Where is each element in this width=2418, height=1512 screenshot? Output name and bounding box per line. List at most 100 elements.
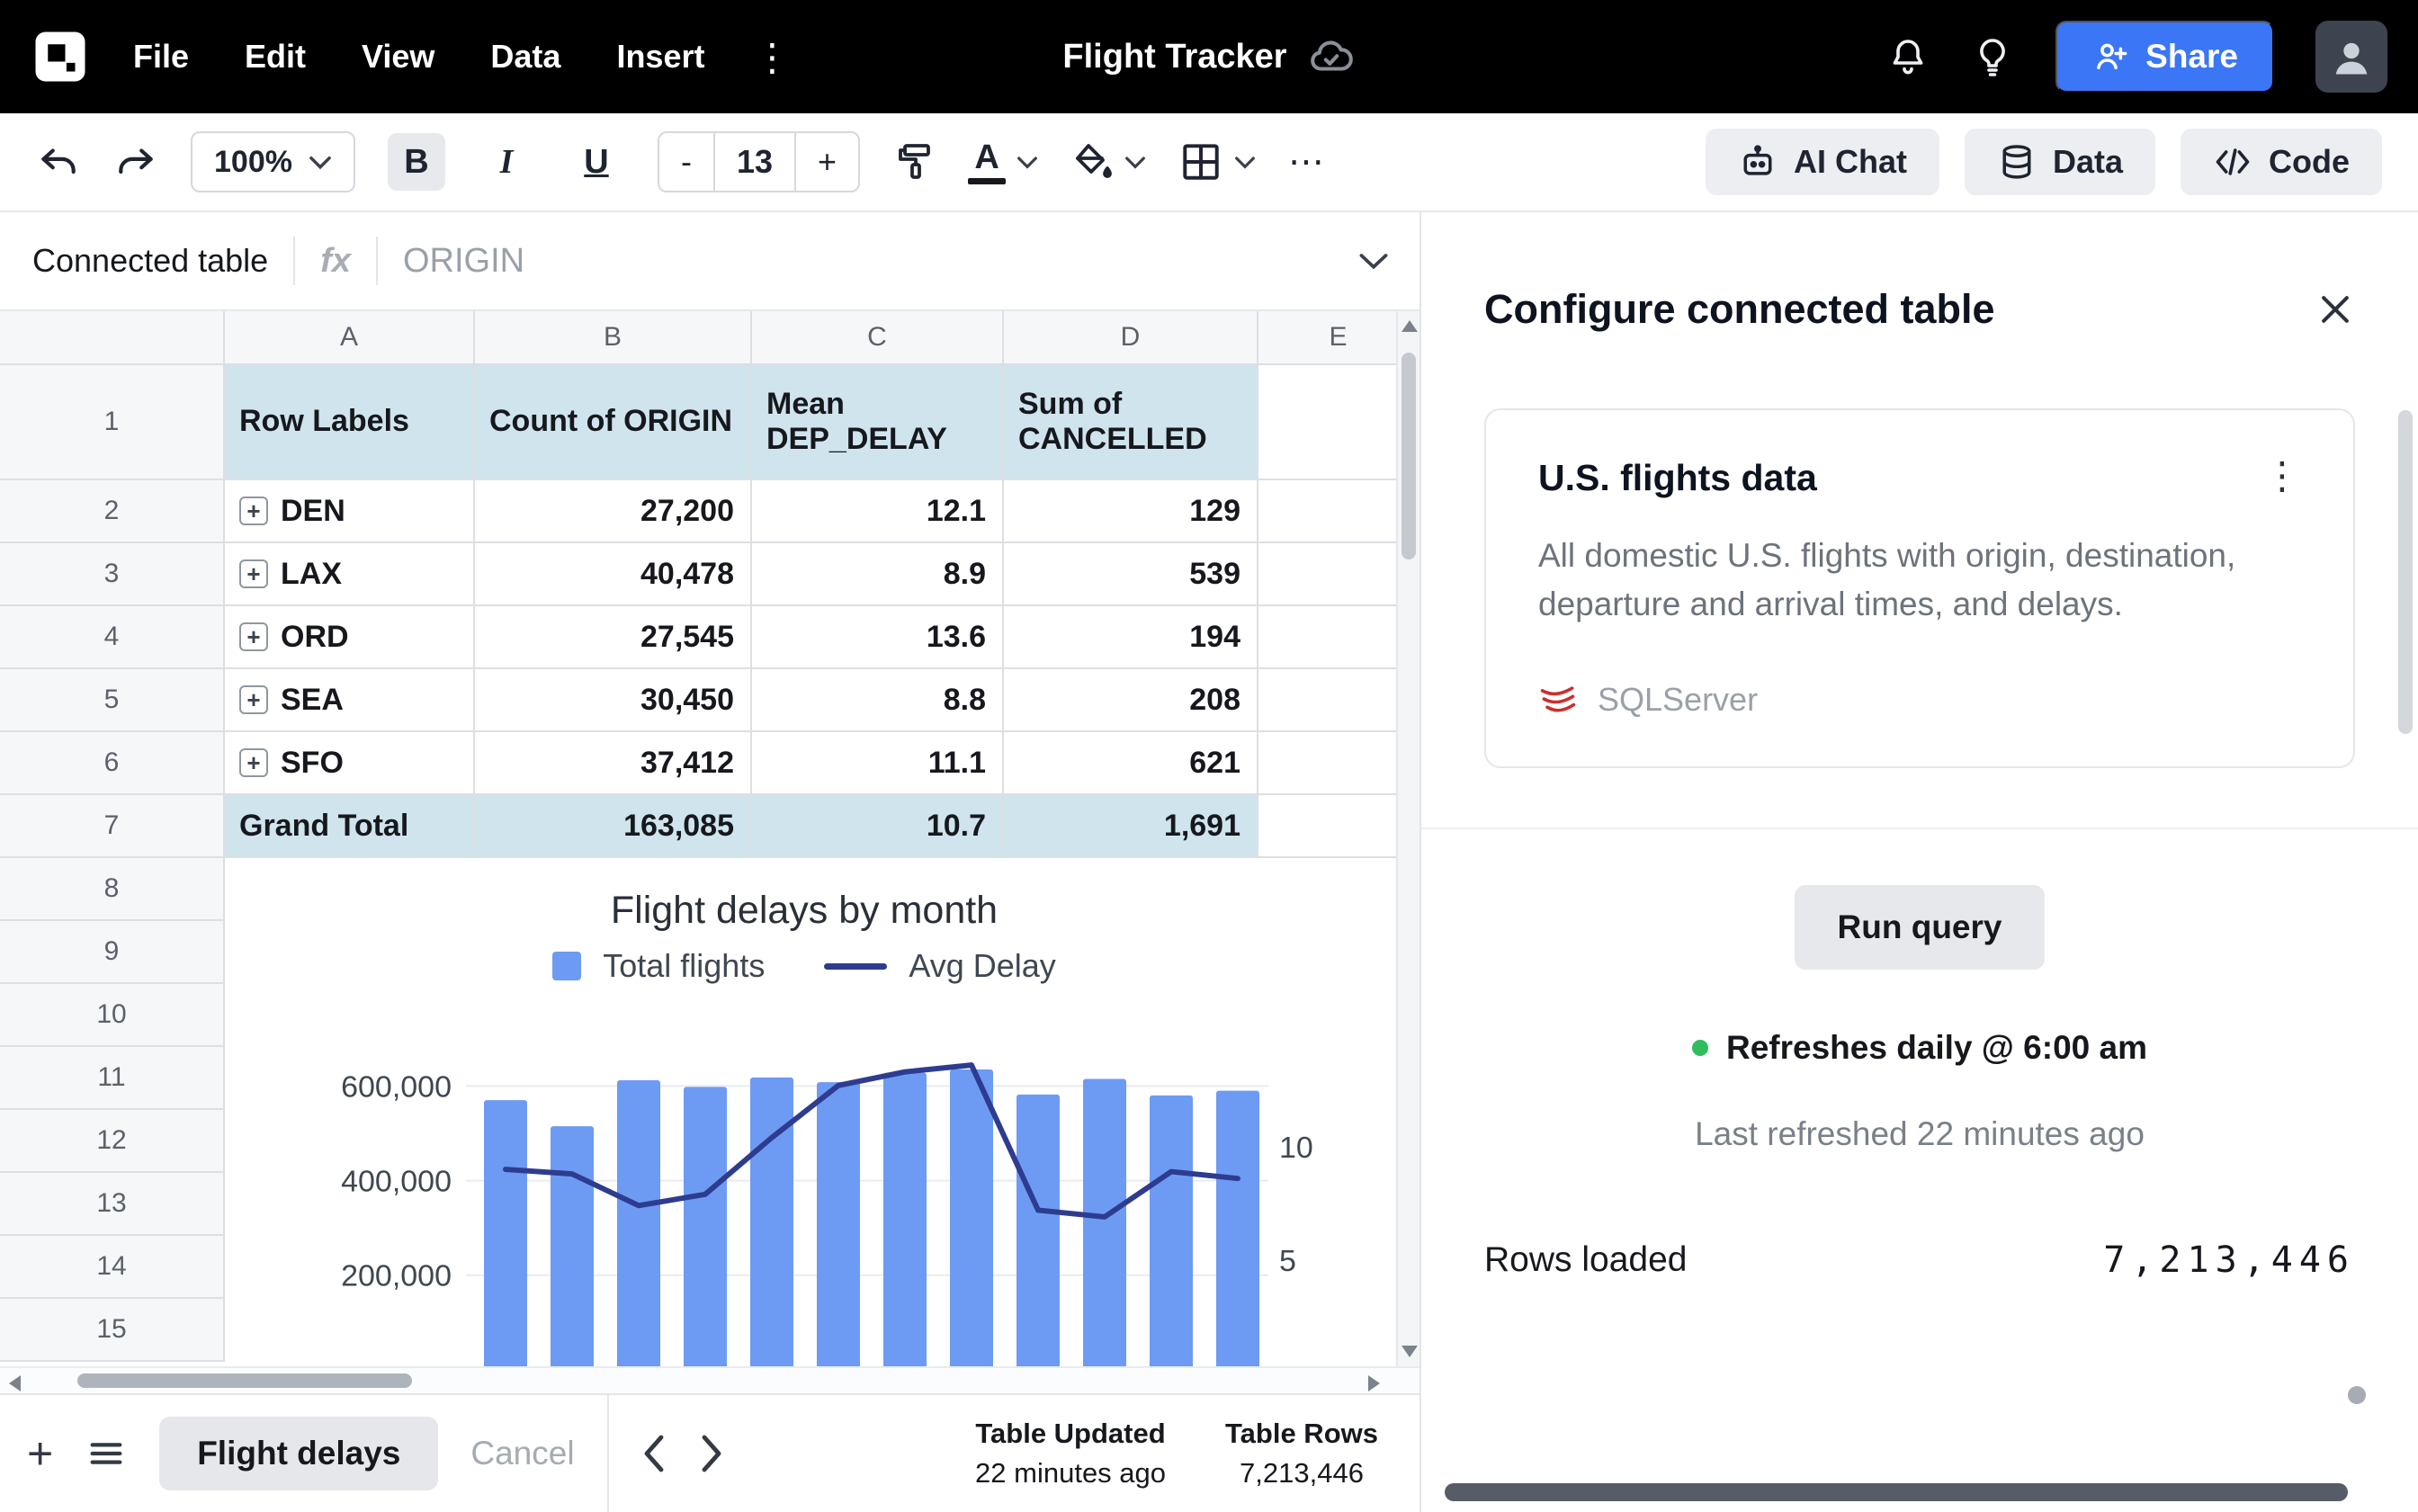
- expand-toggle-icon[interactable]: +: [239, 685, 268, 714]
- row-header-8[interactable]: 8: [0, 858, 225, 921]
- expand-toggle-icon[interactable]: +: [239, 622, 268, 651]
- font-size-increase-button[interactable]: +: [796, 133, 858, 191]
- fill-color-control[interactable]: [1070, 140, 1146, 183]
- row-header-10[interactable]: 10: [0, 984, 225, 1047]
- name-box[interactable]: Connected table: [32, 242, 268, 280]
- underline-button[interactable]: U: [568, 133, 625, 191]
- scroll-down-arrow-icon[interactable]: [1402, 1346, 1418, 1357]
- cancel-button[interactable]: Cancel: [470, 1435, 574, 1472]
- close-icon[interactable]: [2315, 290, 2355, 329]
- cell-A6[interactable]: + SFO: [225, 732, 475, 795]
- formula-input[interactable]: ORIGIN: [403, 242, 524, 281]
- font-size-value[interactable]: 13: [712, 133, 797, 191]
- flight-chart[interactable]: 600,000 400,000 200,000 10 5: [225, 1011, 1378, 1366]
- cell-C4[interactable]: 13.6: [752, 606, 1004, 669]
- panel-horizontal-scroll-thumb[interactable]: [1445, 1483, 2348, 1501]
- col-header-B[interactable]: B: [475, 311, 752, 365]
- col-header-C[interactable]: C: [752, 311, 1004, 365]
- menu-file[interactable]: File: [133, 38, 189, 76]
- connection-menu-icon[interactable]: ⋮: [2263, 457, 2301, 495]
- cell-C3[interactable]: 8.9: [752, 543, 1004, 606]
- cell-B1[interactable]: Count of ORIGIN: [475, 365, 752, 480]
- cell-B4[interactable]: 27,545: [475, 606, 752, 669]
- cell-D7[interactable]: 1,691: [1004, 795, 1258, 858]
- cell-A7[interactable]: Grand Total: [225, 795, 475, 858]
- scroll-up-arrow-icon[interactable]: [1402, 320, 1418, 332]
- sheet-tab-flight-delays[interactable]: Flight delays: [159, 1417, 439, 1490]
- cell-D3[interactable]: 539: [1004, 543, 1258, 606]
- document-title[interactable]: Flight Tracker: [1062, 32, 1355, 81]
- row-header-11[interactable]: 11: [0, 1047, 225, 1110]
- code-button[interactable]: Code: [2181, 129, 2382, 195]
- expand-toggle-icon[interactable]: +: [239, 559, 268, 588]
- cell-C5[interactable]: 8.8: [752, 669, 1004, 732]
- toolbar-more-icon[interactable]: ⋯: [1288, 141, 1328, 183]
- cell-B7[interactable]: 163,085: [475, 795, 752, 858]
- cell-C2[interactable]: 12.1: [752, 480, 1004, 543]
- cell-A1[interactable]: Row Labels: [225, 365, 475, 480]
- row-header-2[interactable]: 2: [0, 480, 225, 543]
- next-sheet-icon[interactable]: [699, 1434, 724, 1473]
- row-header-3[interactable]: 3: [0, 543, 225, 606]
- cell-D6[interactable]: 621: [1004, 732, 1258, 795]
- cell-D2[interactable]: 129: [1004, 480, 1258, 543]
- scroll-left-arrow-icon[interactable]: [9, 1375, 21, 1391]
- italic-button[interactable]: I: [478, 133, 535, 191]
- row-header-1[interactable]: 1: [0, 365, 225, 480]
- expand-toggle-icon[interactable]: +: [239, 497, 268, 525]
- horizontal-scroll-thumb[interactable]: [77, 1373, 412, 1388]
- col-header-D[interactable]: D: [1004, 311, 1258, 365]
- select-all-corner[interactable]: [0, 311, 225, 365]
- cell-A2[interactable]: + DEN: [225, 480, 475, 543]
- menu-insert[interactable]: Insert: [616, 38, 704, 76]
- menu-view[interactable]: View: [362, 38, 434, 76]
- row-header-14[interactable]: 14: [0, 1236, 225, 1299]
- scroll-right-arrow-icon[interactable]: [1368, 1375, 1380, 1391]
- cell-B3[interactable]: 40,478: [475, 543, 752, 606]
- ai-chat-button[interactable]: AI Chat: [1705, 129, 1939, 195]
- cell-A4[interactable]: + ORD: [225, 606, 475, 669]
- row-header-12[interactable]: 12: [0, 1110, 225, 1173]
- col-header-A[interactable]: A: [225, 311, 475, 365]
- cell-B2[interactable]: 27,200: [475, 480, 752, 543]
- run-query-button[interactable]: Run query: [1794, 885, 2046, 971]
- row-header-5[interactable]: 5: [0, 669, 225, 732]
- menu-edit[interactable]: Edit: [245, 38, 306, 76]
- cell-C7[interactable]: 10.7: [752, 795, 1004, 858]
- flight-chart-object[interactable]: Flight delays by month Total flights Avg…: [225, 858, 1384, 1366]
- expand-toggle-icon[interactable]: +: [239, 748, 268, 777]
- font-size-decrease-button[interactable]: -: [659, 133, 713, 191]
- undo-icon[interactable]: [36, 139, 81, 184]
- share-button[interactable]: Share: [2055, 21, 2274, 93]
- app-logo-icon[interactable]: [31, 27, 90, 86]
- cell-B6[interactable]: 37,412: [475, 732, 752, 795]
- cell-A5[interactable]: + SEA: [225, 669, 475, 732]
- more-menu-icon[interactable]: ⋮: [753, 35, 791, 79]
- prev-sheet-icon[interactable]: [641, 1434, 667, 1473]
- cell-C1[interactable]: Mean DEP_DELAY: [752, 365, 1004, 480]
- cell-D5[interactable]: 208: [1004, 669, 1258, 732]
- panel-vertical-scroll-thumb[interactable]: [2398, 410, 2413, 734]
- tips-lightbulb-icon[interactable]: [1971, 35, 2014, 78]
- formula-bar-expand-icon[interactable]: [1358, 251, 1389, 271]
- vertical-scroll-thumb[interactable]: [1402, 353, 1416, 559]
- row-header-6[interactable]: 6: [0, 732, 225, 795]
- data-button[interactable]: Data: [1964, 129, 2155, 195]
- row-header-4[interactable]: 4: [0, 606, 225, 669]
- notifications-bell-icon[interactable]: [1886, 35, 1930, 78]
- text-color-control[interactable]: A: [968, 140, 1038, 184]
- row-header-7[interactable]: 7: [0, 795, 225, 858]
- row-header-13[interactable]: 13: [0, 1173, 225, 1236]
- redo-icon[interactable]: [113, 139, 158, 184]
- paint-format-icon[interactable]: [892, 140, 936, 183]
- borders-control[interactable]: [1178, 139, 1256, 184]
- bold-button[interactable]: B: [387, 133, 445, 191]
- menu-data[interactable]: Data: [490, 38, 560, 76]
- row-header-15[interactable]: 15: [0, 1299, 225, 1362]
- account-avatar[interactable]: [2315, 21, 2387, 93]
- cell-D1[interactable]: Sum of CANCELLED: [1004, 365, 1258, 480]
- vertical-scrollbar[interactable]: [1396, 311, 1419, 1366]
- horizontal-scrollbar[interactable]: [0, 1366, 1419, 1393]
- row-header-9[interactable]: 9: [0, 921, 225, 984]
- cell-A3[interactable]: + LAX: [225, 543, 475, 606]
